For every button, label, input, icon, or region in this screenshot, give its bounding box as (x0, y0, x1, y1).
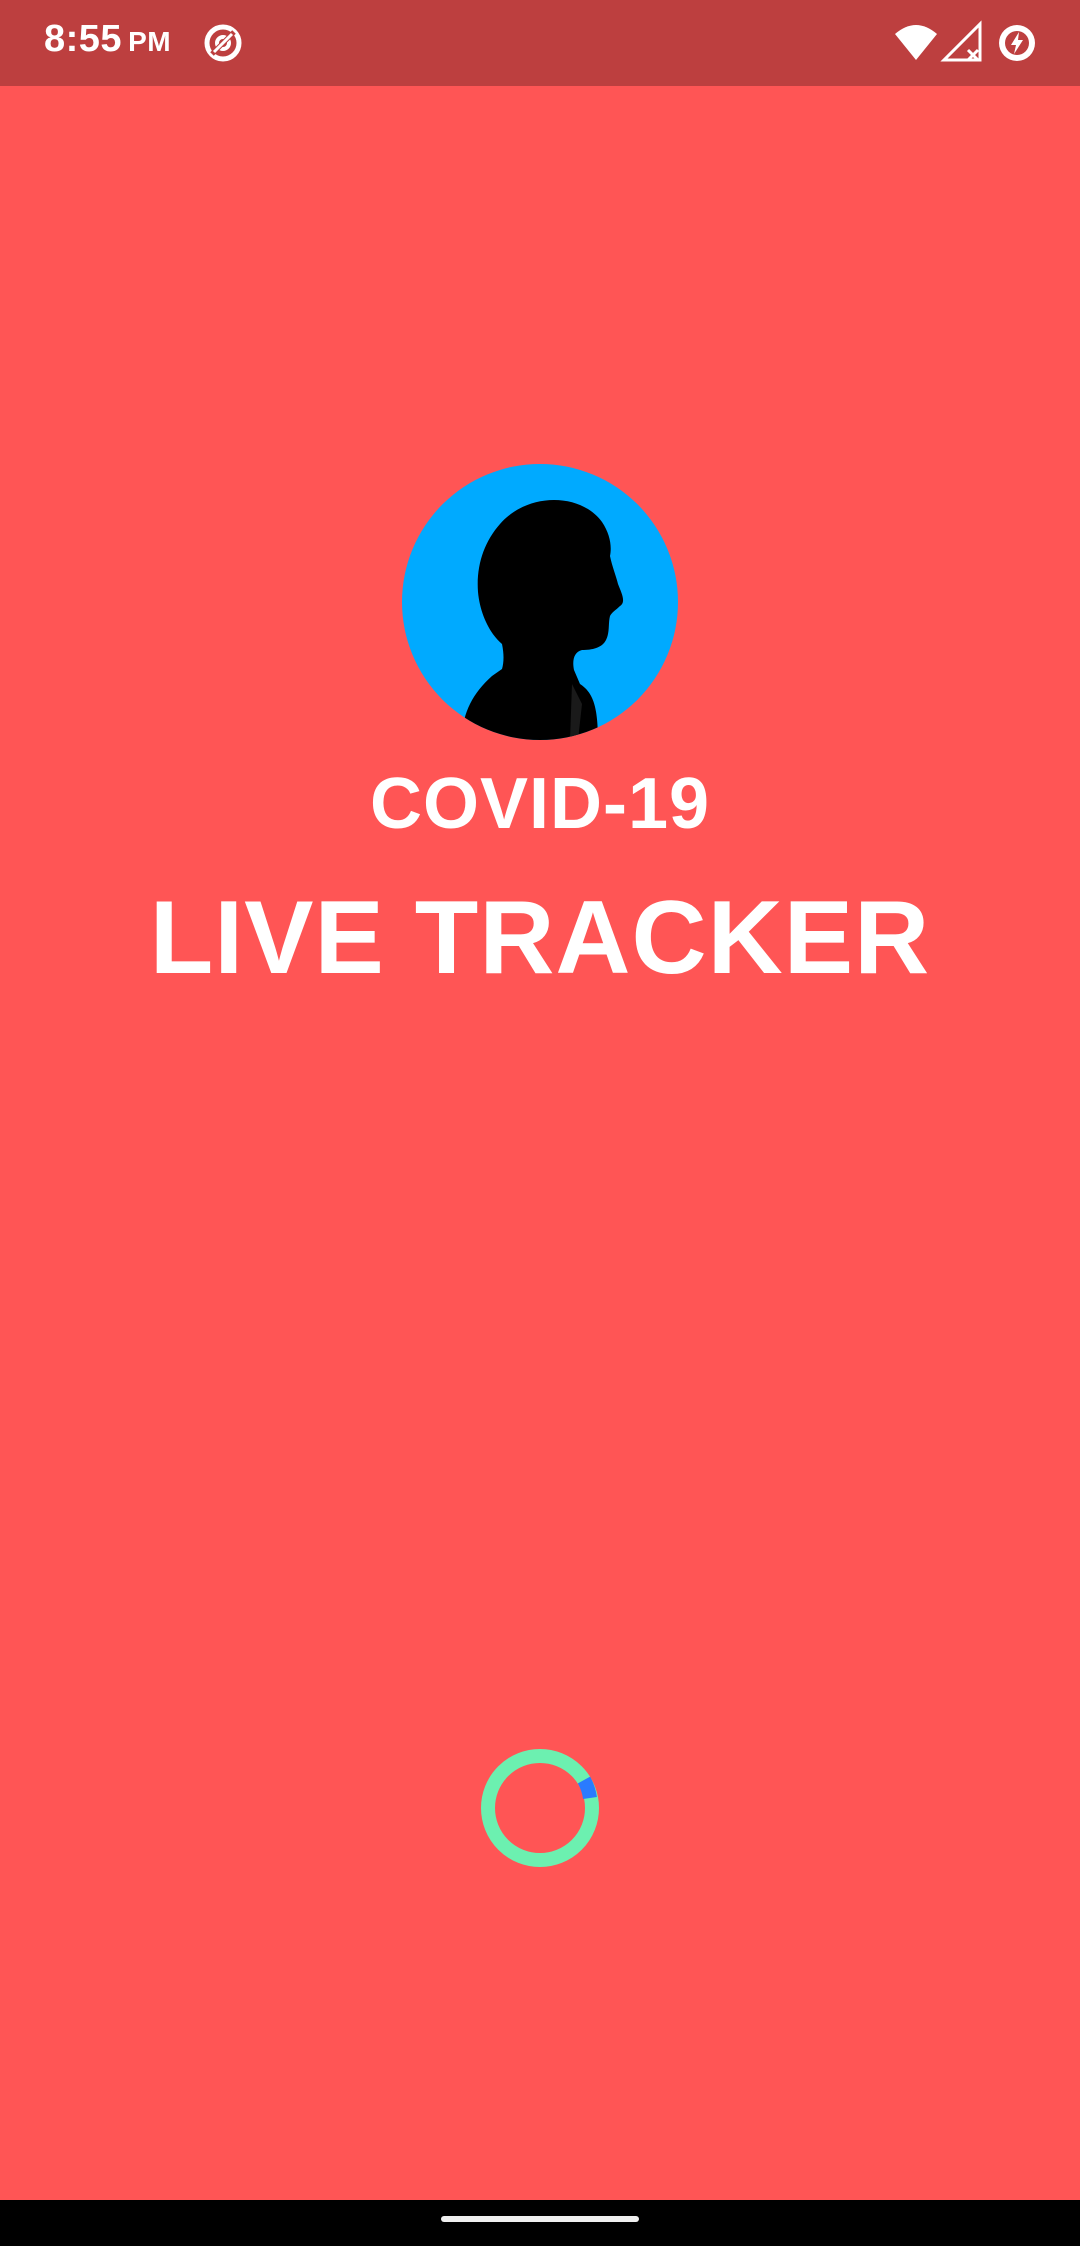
wifi-icon (895, 25, 937, 60)
status-bar: 8:55 PM (0, 0, 1080, 86)
data-saver-icon (204, 24, 242, 62)
person-silhouette-icon (402, 464, 678, 740)
app-title-live-tracker: LIVE TRACKER (149, 880, 931, 996)
status-time-value: 8:55 (44, 18, 123, 60)
signal-no-service-icon (940, 20, 982, 62)
status-time: 8:55 PM (44, 18, 171, 61)
app-title-covid: COVID-19 (369, 764, 711, 844)
battery-charging-icon (999, 25, 1035, 61)
status-time-ampm: PM (128, 26, 172, 57)
splash-screen: COVID-19 LIVE TRACKER (0, 86, 1080, 2200)
home-gesture-handle[interactable] (441, 2216, 639, 2222)
loading-spinner-icon (481, 1749, 599, 1867)
navigation-bar (0, 2200, 1080, 2246)
